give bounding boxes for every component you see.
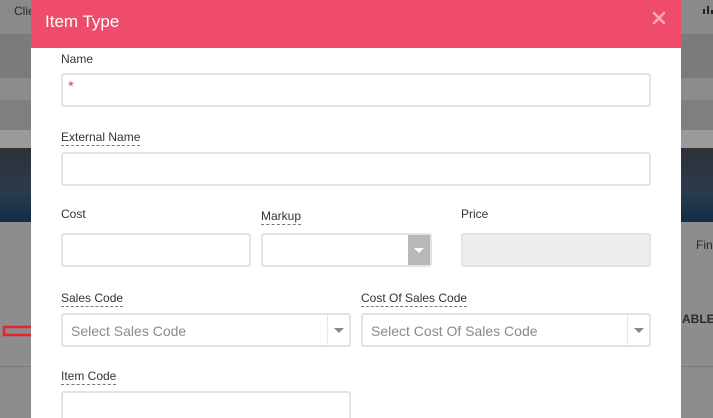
cost-label: Cost [61, 207, 86, 221]
cost-of-sales-code-select[interactable]: Select Cost Of Sales Code [361, 313, 651, 347]
close-icon[interactable] [651, 10, 667, 26]
name-label: Name [61, 52, 94, 66]
price-label: Price [461, 207, 489, 221]
dialog-title: Item Type [45, 12, 120, 31]
sales-code-dropdown-toggle[interactable] [327, 315, 349, 345]
cost-of-sales-code-label: Cost Of Sales Code [361, 291, 468, 307]
item-type-dialog: Item Type Name * External Name Cost Mark… [31, 0, 681, 418]
name-input[interactable]: * [61, 73, 651, 107]
background-label: Fin [696, 238, 713, 252]
markup-select[interactable] [261, 233, 432, 267]
markup-dropdown-toggle[interactable] [408, 235, 430, 265]
sales-code-select[interactable]: Select Sales Code [61, 313, 351, 347]
chevron-down-icon [334, 328, 344, 333]
sales-code-label: Sales Code [61, 291, 124, 307]
price-input [461, 233, 651, 267]
sales-code-placeholder: Select Sales Code [71, 323, 187, 339]
markup-label: Markup [261, 209, 302, 225]
external-name-input[interactable] [61, 152, 651, 186]
item-code-input[interactable] [61, 391, 351, 418]
external-name-label: External Name [61, 130, 141, 146]
cost-of-sales-code-placeholder: Select Cost Of Sales Code [371, 323, 538, 339]
required-marker: * [68, 78, 74, 95]
chevron-down-icon [414, 248, 424, 253]
background-label: ABLE [682, 312, 713, 326]
cost-of-sales-code-dropdown-toggle[interactable] [627, 315, 649, 345]
cost-input[interactable] [61, 233, 251, 267]
item-code-label: Item Code [61, 369, 117, 385]
chart-icon [703, 6, 713, 14]
dialog-header: Item Type [31, 0, 681, 48]
chevron-down-icon [634, 328, 644, 333]
